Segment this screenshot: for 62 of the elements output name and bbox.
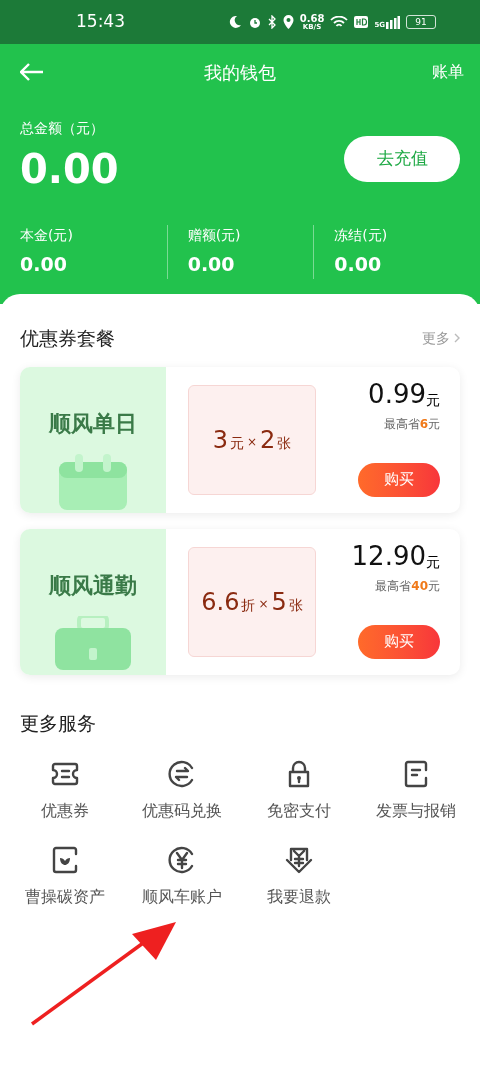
package-card[interactable]: 顺风单日 3 元 ×2 张 0.99元 最高省6元 购买	[20, 366, 460, 513]
coupon-value: 6.6	[201, 589, 240, 614]
balance-label: 赠额(元)	[187, 226, 242, 245]
network-speed: 0.68	[299, 13, 325, 24]
save-amount: 40	[411, 577, 428, 595]
section-title: 更多服务	[20, 711, 96, 734]
alarm-icon	[247, 15, 262, 29]
service-item[interactable]: 免密支付	[240, 759, 357, 823]
balance-value: 0.00	[187, 252, 236, 277]
coupon-unit: 元	[229, 435, 244, 450]
balance-value: 0.00	[20, 252, 68, 277]
moon-icon	[227, 15, 242, 29]
coupon-count: 5	[271, 589, 287, 614]
package-name: 顺风单日	[49, 409, 137, 438]
save-unit: 元	[428, 577, 440, 595]
document-icon	[403, 760, 428, 788]
service-item[interactable]: 优惠券	[6, 759, 123, 823]
total-amount: 0.00	[20, 145, 119, 194]
wifi-icon	[330, 15, 349, 29]
times-sign: ×	[258, 597, 269, 610]
signal-icon	[386, 15, 400, 29]
balance-label: 冻结(元)	[334, 226, 389, 245]
count-unit: 张	[288, 597, 303, 612]
status-time: 15:43	[76, 10, 125, 34]
briefcase-icon	[53, 615, 133, 670]
exchange-icon	[167, 760, 196, 788]
page-title: 我的钱包	[204, 60, 276, 85]
bluetooth-icon	[267, 15, 277, 29]
save-unit: 元	[428, 415, 440, 433]
save-amount: 6	[419, 415, 428, 433]
hd-icon	[354, 16, 369, 28]
leaf-icon	[51, 846, 78, 874]
balance-label: 本金(元)	[20, 226, 74, 245]
ticket-icon	[50, 762, 79, 786]
yen-icon	[167, 846, 196, 874]
save-label: 最高省	[375, 577, 412, 595]
refund-icon	[284, 846, 313, 874]
balance-value: 0.00	[334, 252, 383, 277]
service-item[interactable]: 顺风车账户	[123, 845, 240, 909]
times-sign: ×	[246, 435, 258, 448]
price-unit: 元	[426, 554, 440, 569]
chevron-right-icon	[454, 333, 460, 344]
back-icon[interactable]	[20, 63, 44, 81]
coupon-value: 3	[212, 427, 228, 452]
battery-level: 91	[415, 17, 427, 27]
package-price: 12.90	[351, 542, 426, 569]
service-item[interactable]: 发票与报销	[357, 759, 474, 823]
package-price: 0.99	[368, 380, 426, 407]
package-name: 顺风通勤	[49, 571, 137, 600]
price-unit: 元	[426, 392, 440, 407]
location-icon	[282, 15, 294, 29]
calendar-icon	[57, 453, 129, 510]
service-item[interactable]: 优惠码兑换	[123, 759, 240, 823]
section-title: 优惠券套餐	[20, 326, 115, 351]
save-label: 最高省	[383, 415, 420, 433]
coupon-unit: 折	[241, 597, 256, 612]
service-item[interactable]: 我要退款	[240, 845, 357, 909]
service-item[interactable]: 曹操碳资产	[6, 845, 123, 909]
count-unit: 张	[277, 435, 292, 450]
total-label: 总金额（元）	[20, 119, 105, 138]
package-card[interactable]: 顺风通勤 6.6 折 ×5 张 12.90元 最高省40元 购买	[20, 528, 460, 675]
coupon-count: 2	[260, 427, 276, 452]
